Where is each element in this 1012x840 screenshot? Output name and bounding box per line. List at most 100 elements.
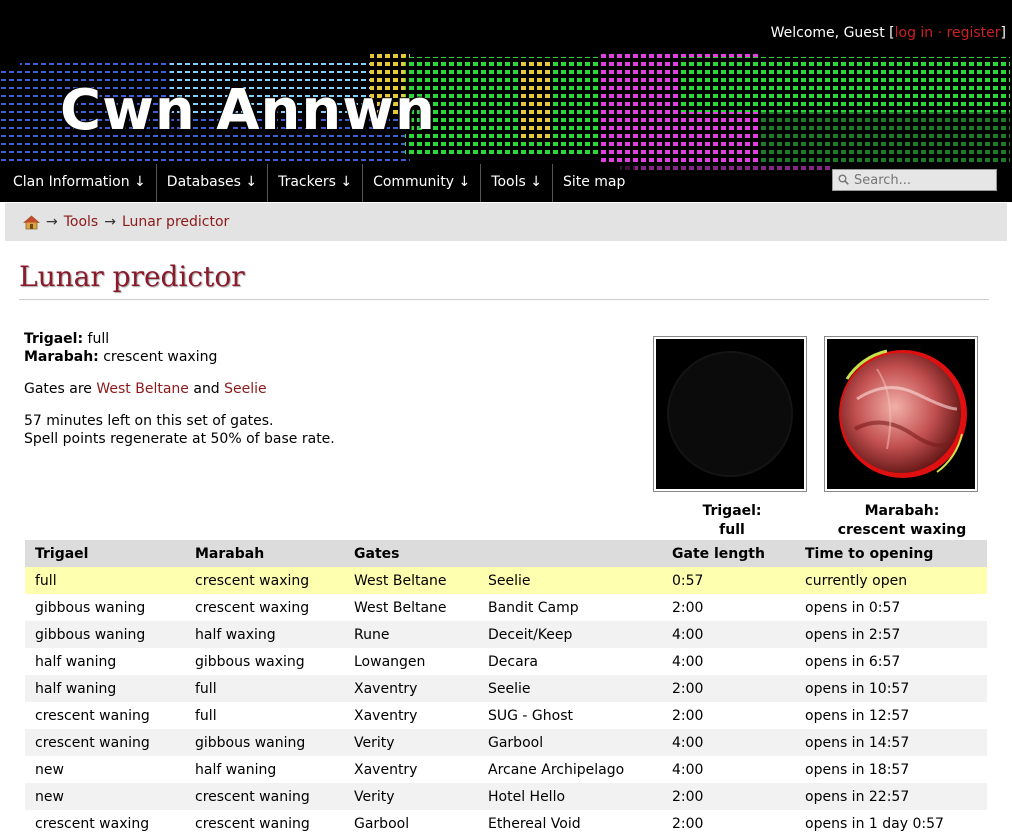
nav-community[interactable]: Community ↓ — [362, 164, 481, 202]
breadcrumb-arrow: → — [104, 214, 116, 230]
trigael-moon-icon — [667, 351, 793, 477]
welcome-separator: · — [937, 25, 943, 41]
welcome-text: Welcome, Guest [ — [770, 25, 895, 41]
cell-gate-2: Garbool — [478, 729, 662, 756]
login-link[interactable]: log in — [895, 25, 934, 41]
site-logo-title[interactable]: Cwn Annwn — [60, 80, 436, 142]
table-header-row: Trigael Marabah Gates Gate length Time t… — [25, 540, 987, 567]
cell-gate-1: Lowangen — [344, 648, 478, 675]
cell-gate-length: 2:00 — [662, 675, 795, 702]
cell-trigael: half waning — [25, 648, 185, 675]
cell-gate-1: West Beltane — [344, 567, 478, 594]
col-header-trigael: Trigael — [25, 540, 185, 567]
cell-marabah: crescent waxing — [185, 594, 344, 621]
cell-time-to-opening: opens in 6:57 — [795, 648, 987, 675]
cell-gate-1: Verity — [344, 783, 478, 810]
cell-gate-1: Xaventry — [344, 756, 478, 783]
gate-schedule-table: Trigael Marabah Gates Gate length Time t… — [25, 540, 987, 837]
nav-clan-information[interactable]: Clan Information ↓ — [0, 164, 156, 202]
cell-gate-length: 2:00 — [662, 702, 795, 729]
main-nav: Clan Information ↓ Databases ↓ Trackers … — [0, 164, 820, 202]
cell-time-to-opening: opens in 12:57 — [795, 702, 987, 729]
marabah-caption-name: Marabah: — [864, 503, 940, 519]
cell-gate-1: Rune — [344, 621, 478, 648]
col-header-gates-2 — [478, 540, 662, 567]
cell-gate-2: Ethereal Void — [478, 810, 662, 837]
breadcrumb-arrow: → — [46, 214, 58, 230]
cell-trigael: crescent waxing — [25, 810, 185, 837]
time-left-text: 57 minutes left on this set of gates. — [24, 413, 274, 429]
cell-gate-2: SUG - Ghost — [478, 702, 662, 729]
gate-link-west-beltane[interactable]: West Beltane — [96, 381, 189, 397]
table-row: crescent waning full Xaventry SUG - Ghos… — [25, 702, 987, 729]
trigael-caption-name: Trigael: — [702, 503, 762, 519]
gates-line: Gates are West Beltane and Seelie — [24, 380, 335, 398]
cell-gate-2: Deceit/Keep — [478, 621, 662, 648]
cell-trigael: new — [25, 756, 185, 783]
cell-time-to-opening: opens in 10:57 — [795, 675, 987, 702]
cell-trigael: crescent waning — [25, 702, 185, 729]
home-icon[interactable] — [23, 214, 40, 230]
cell-time-to-opening: opens in 2:57 — [795, 621, 987, 648]
nav-trackers[interactable]: Trackers ↓ — [267, 164, 363, 202]
table-row: half waning gibbous waxing Lowangen Deca… — [25, 648, 987, 675]
nav-site-map[interactable]: Site map — [551, 164, 636, 202]
cell-gate-length: 2:00 — [662, 810, 795, 837]
trigael-caption-phase: full — [719, 522, 745, 538]
register-link[interactable]: register — [947, 25, 1001, 41]
col-header-gates: Gates — [344, 540, 478, 567]
cell-gate-2: Seelie — [478, 567, 662, 594]
cell-gate-length: 2:00 — [662, 783, 795, 810]
breadcrumb-lunar-predictor[interactable]: Lunar predictor — [122, 214, 229, 230]
site-header: Welcome, Guest [log in · register] Cwn A… — [0, 0, 1012, 202]
cell-gate-length: 4:00 — [662, 729, 795, 756]
cell-gate-length: 0:57 — [662, 567, 795, 594]
table-row-current: full crescent waxing West Beltane Seelie… — [25, 567, 987, 594]
table-row: crescent waxing crescent waning Garbool … — [25, 810, 987, 837]
cell-gate-2: Seelie — [478, 675, 662, 702]
search-input[interactable] — [832, 169, 997, 191]
cell-trigael: half waning — [25, 675, 185, 702]
cell-time-to-opening: opens in 18:57 — [795, 756, 987, 783]
trigael-phase: full — [87, 331, 110, 347]
cell-gate-2: Hotel Hello — [478, 783, 662, 810]
cell-marabah: half waning — [185, 756, 344, 783]
table-row: gibbous waning half waxing Rune Deceit/K… — [25, 621, 987, 648]
nav-databases[interactable]: Databases ↓ — [155, 164, 268, 202]
cell-trigael: new — [25, 783, 185, 810]
cell-marabah: full — [185, 702, 344, 729]
breadcrumb: → Tools → Lunar predictor — [5, 203, 1007, 241]
col-header-gate-length: Gate length — [662, 540, 795, 567]
marabah-moon-image — [824, 336, 978, 492]
cell-trigael: crescent waning — [25, 729, 185, 756]
trigael-moon-caption: Trigael: full — [655, 502, 809, 540]
cell-marabah: crescent waning — [185, 783, 344, 810]
cell-marabah: gibbous waning — [185, 729, 344, 756]
cell-trigael: gibbous waning — [25, 594, 185, 621]
table-row: gibbous waning crescent waxing West Belt… — [25, 594, 987, 621]
marabah-label: Marabah: — [24, 349, 99, 365]
cell-marabah: gibbous waxing — [185, 648, 344, 675]
cell-trigael: full — [25, 567, 185, 594]
table-row: new half waning Xaventry Arcane Archipel… — [25, 756, 987, 783]
welcome-end: ] — [1000, 25, 1006, 41]
trigael-moon-image — [653, 336, 807, 492]
cell-trigael: gibbous waning — [25, 621, 185, 648]
cell-marabah: crescent waning — [185, 810, 344, 837]
cell-gate-length: 4:00 — [662, 756, 795, 783]
table-row: crescent waning gibbous waning Verity Ga… — [25, 729, 987, 756]
col-header-time-to-opening: Time to opening — [795, 540, 987, 567]
cell-gate-length: 4:00 — [662, 648, 795, 675]
marabah-moon-icon — [839, 349, 967, 478]
page-title: Lunar predictor — [19, 260, 989, 300]
breadcrumb-tools[interactable]: Tools — [64, 214, 99, 230]
gate-link-seelie[interactable]: Seelie — [224, 381, 267, 397]
gates-prefix: Gates are — [24, 381, 92, 397]
marabah-phase: crescent waxing — [103, 349, 218, 365]
marabah-caption-phase: crescent waxing — [837, 522, 967, 538]
cell-time-to-opening: opens in 22:57 — [795, 783, 987, 810]
gates-and: and — [193, 381, 220, 397]
cell-time-to-opening: opens in 1 day 0:57 — [795, 810, 987, 837]
cell-gate-length: 4:00 — [662, 621, 795, 648]
nav-tools[interactable]: Tools ↓ — [480, 164, 552, 202]
